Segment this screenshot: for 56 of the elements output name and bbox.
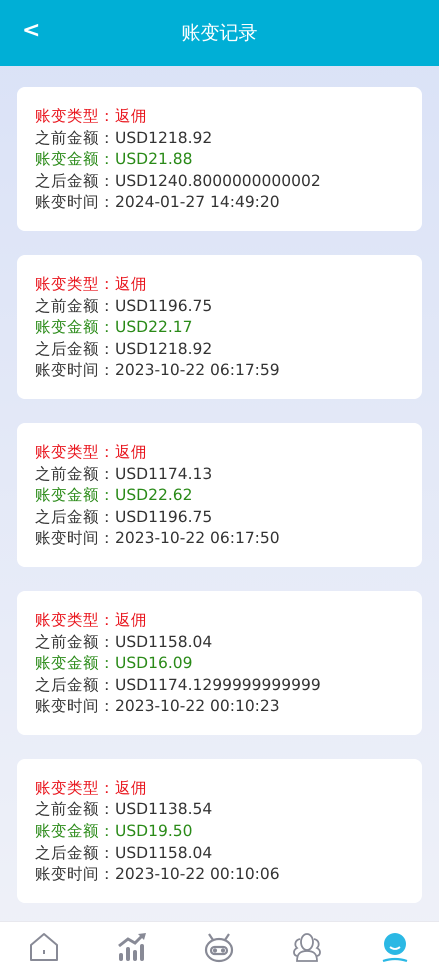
field-value: 2023-10-22 06:17:59	[115, 361, 280, 380]
field-label: 之前金额：	[35, 800, 115, 818]
chart-icon	[116, 931, 148, 963]
field-value: 返佣	[115, 610, 147, 629]
field-value: USD1196.75	[115, 508, 212, 526]
field-label: 账变金额：	[35, 150, 115, 168]
field-label: 账变金额：	[35, 318, 115, 336]
field-value: 返佣	[115, 442, 147, 461]
field-label: 之后金额：	[35, 508, 115, 526]
field-value: USD1158.04	[115, 632, 212, 650]
field-label: 之前金额：	[35, 296, 115, 315]
field-value: USD1218.92	[115, 340, 212, 358]
field-label: 账变时间：	[35, 697, 115, 716]
field-label: 账变类型：	[35, 107, 115, 125]
field-value: USD1174.1299999999999	[115, 676, 321, 694]
field-label: 账变金额：	[35, 654, 115, 672]
field-value: 2024-01-27 14:49:20	[115, 193, 280, 212]
robot-icon	[203, 931, 236, 963]
field-label: 账变金额：	[35, 486, 115, 504]
field-label: 账变时间：	[35, 361, 115, 380]
field-value: USD19.50	[115, 822, 192, 840]
field-label: 账变时间：	[35, 193, 115, 212]
field-value: USD1138.54	[115, 800, 212, 818]
field-value: USD1218.92	[115, 128, 212, 147]
field-label: 之后金额：	[35, 172, 115, 190]
field-label: 账变时间：	[35, 865, 115, 884]
field-value: 返佣	[115, 107, 147, 125]
field-label: 账变类型：	[35, 610, 115, 629]
house-icon	[28, 931, 60, 963]
field-label: 账变类型：	[35, 778, 115, 797]
field-value: USD1158.04	[115, 844, 212, 862]
field-label: 之后金额：	[35, 340, 115, 358]
field-value: USD22.17	[115, 318, 192, 336]
field-label: 账变金额：	[35, 822, 115, 840]
field-value: 返佣	[115, 778, 147, 797]
field-value: 2023-10-22 00:10:23	[115, 697, 280, 716]
field-label: 账变类型：	[35, 442, 115, 461]
field-value: USD1196.75	[115, 296, 212, 315]
field-value: USD1174.13	[115, 464, 212, 483]
field-value: USD22.62	[115, 486, 192, 504]
field-value: USD16.09	[115, 654, 192, 672]
people-icon	[291, 931, 324, 963]
field-label: 之前金额：	[35, 632, 115, 650]
page-title: 账变记录	[182, 21, 258, 46]
field-label: 账变时间：	[35, 529, 115, 548]
field-label: 之前金额：	[35, 128, 115, 147]
field-label: 之前金额：	[35, 464, 115, 483]
field-label: 之后金额：	[35, 676, 115, 694]
field-value: 返佣	[115, 274, 147, 293]
field-value: USD1240.8000000000002	[115, 172, 321, 190]
back-button[interactable]: <	[18, 18, 44, 43]
field-label: 之后金额：	[35, 844, 115, 862]
field-label: 账变类型：	[35, 274, 115, 293]
field-value: 2023-10-22 00:10:06	[115, 865, 280, 884]
field-value: 2023-10-22 06:17:50	[115, 529, 280, 548]
field-value: USD21.88	[115, 150, 192, 168]
